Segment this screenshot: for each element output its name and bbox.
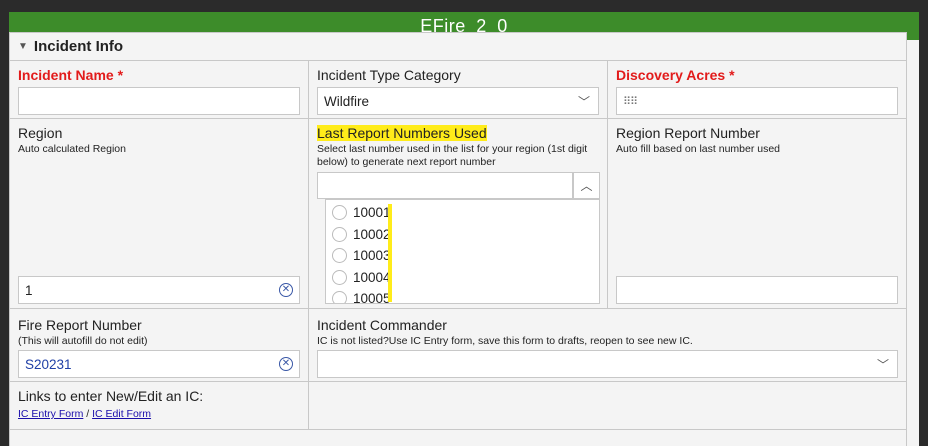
fire-report-cell: Fire Report Number (This will autofill d… <box>10 309 309 382</box>
fire-report-input[interactable]: S20231 ✕ <box>18 350 300 378</box>
incident-name-cell: Incident Name * <box>10 61 309 119</box>
links-label: Links to enter New/Edit an IC: <box>18 388 204 404</box>
highlight-mark <box>388 204 392 302</box>
links-cell: Links to enter New/Edit an IC: IC Entry … <box>10 382 309 430</box>
region-report-hint: Auto fill based on last number used <box>616 143 781 155</box>
list-item[interactable]: 10004 <box>326 267 599 289</box>
list-item[interactable]: 10003 <box>326 245 599 267</box>
fire-report-value: S20231 <box>25 356 72 372</box>
incident-name-label: Incident Name * <box>18 67 124 83</box>
incident-type-select[interactable]: Wildfire ﹀ <box>317 87 599 115</box>
incident-type-value: Wildfire <box>324 93 370 109</box>
incident-info-section: ▼ Incident Info Incident Name * Incident… <box>9 32 907 446</box>
ic-edit-link[interactable]: IC Edit Form <box>92 408 151 420</box>
discovery-acres-label: Discovery Acres * <box>616 67 735 83</box>
incident-type-cell: Incident Type Category Wildfire ﹀ <box>309 61 608 119</box>
radio-icon[interactable] <box>332 205 347 221</box>
radio-icon[interactable] <box>332 291 347 303</box>
caret-down-icon[interactable]: ▼ <box>18 41 28 52</box>
incident-commander-hint: IC is not listed?Use IC Entry form, save… <box>317 335 693 347</box>
fire-report-label: Fire Report Number <box>18 317 142 333</box>
clear-icon[interactable]: ✕ <box>279 283 293 297</box>
last-report-input[interactable] <box>317 172 573 199</box>
last-report-hint: Select last number used in the list for … <box>317 143 588 168</box>
region-value: 1 <box>25 282 33 298</box>
region-cell: Region Auto calculated Region 1 ✕ <box>10 119 309 309</box>
discovery-acres-cell: Discovery Acres * ⠿⠿ <box>608 61 906 119</box>
region-hint: Auto calculated Region <box>18 143 126 155</box>
list-item[interactable]: 10001 <box>326 202 599 224</box>
collapse-button[interactable]: ︿ <box>573 172 600 199</box>
incident-name-input[interactable] <box>18 87 300 115</box>
incident-commander-cell: Incident Commander IC is not listed?Use … <box>309 309 906 382</box>
region-input[interactable]: 1 ✕ <box>18 276 300 304</box>
region-report-label: Region Report Number <box>616 125 760 141</box>
incident-commander-select[interactable]: ﹀ <box>317 350 898 378</box>
ic-entry-link[interactable]: IC Entry Form <box>18 408 83 420</box>
section-header[interactable]: ▼ Incident Info <box>10 33 906 61</box>
empty-cell <box>309 382 906 430</box>
last-report-cell: Last Report Numbers Used Select last num… <box>309 119 608 309</box>
fire-report-hint: (This will autofill do not edit) <box>18 335 148 347</box>
radio-icon[interactable] <box>332 226 347 242</box>
radio-icon[interactable] <box>332 269 347 285</box>
list-item[interactable]: 10002 <box>326 224 599 246</box>
chevron-down-icon: ﹀ <box>876 358 889 372</box>
region-report-input[interactable] <box>616 276 898 304</box>
discovery-acres-input[interactable]: ⠿⠿ <box>616 87 898 115</box>
last-report-label: Last Report Numbers Used <box>317 125 487 141</box>
incident-commander-label: Incident Commander <box>317 317 447 333</box>
chevron-down-icon: ﹀ <box>577 95 590 109</box>
incident-type-label: Incident Type Category <box>317 67 461 83</box>
chevron-up-icon: ︿ <box>580 179 593 193</box>
list-item[interactable]: 10005 <box>326 288 599 303</box>
clear-icon[interactable]: ✕ <box>279 357 293 371</box>
region-label: Region <box>18 125 63 141</box>
report-number-list[interactable]: 10001 10002 10003 10004 10005 <box>325 199 600 304</box>
numpad-icon: ⠿⠿ <box>623 95 638 108</box>
section-title: Incident Info <box>33 38 124 55</box>
radio-icon[interactable] <box>332 248 347 264</box>
links-row: IC Entry Form / IC Edit Form <box>18 408 152 420</box>
region-report-cell: Region Report Number Auto fill based on … <box>608 119 906 309</box>
